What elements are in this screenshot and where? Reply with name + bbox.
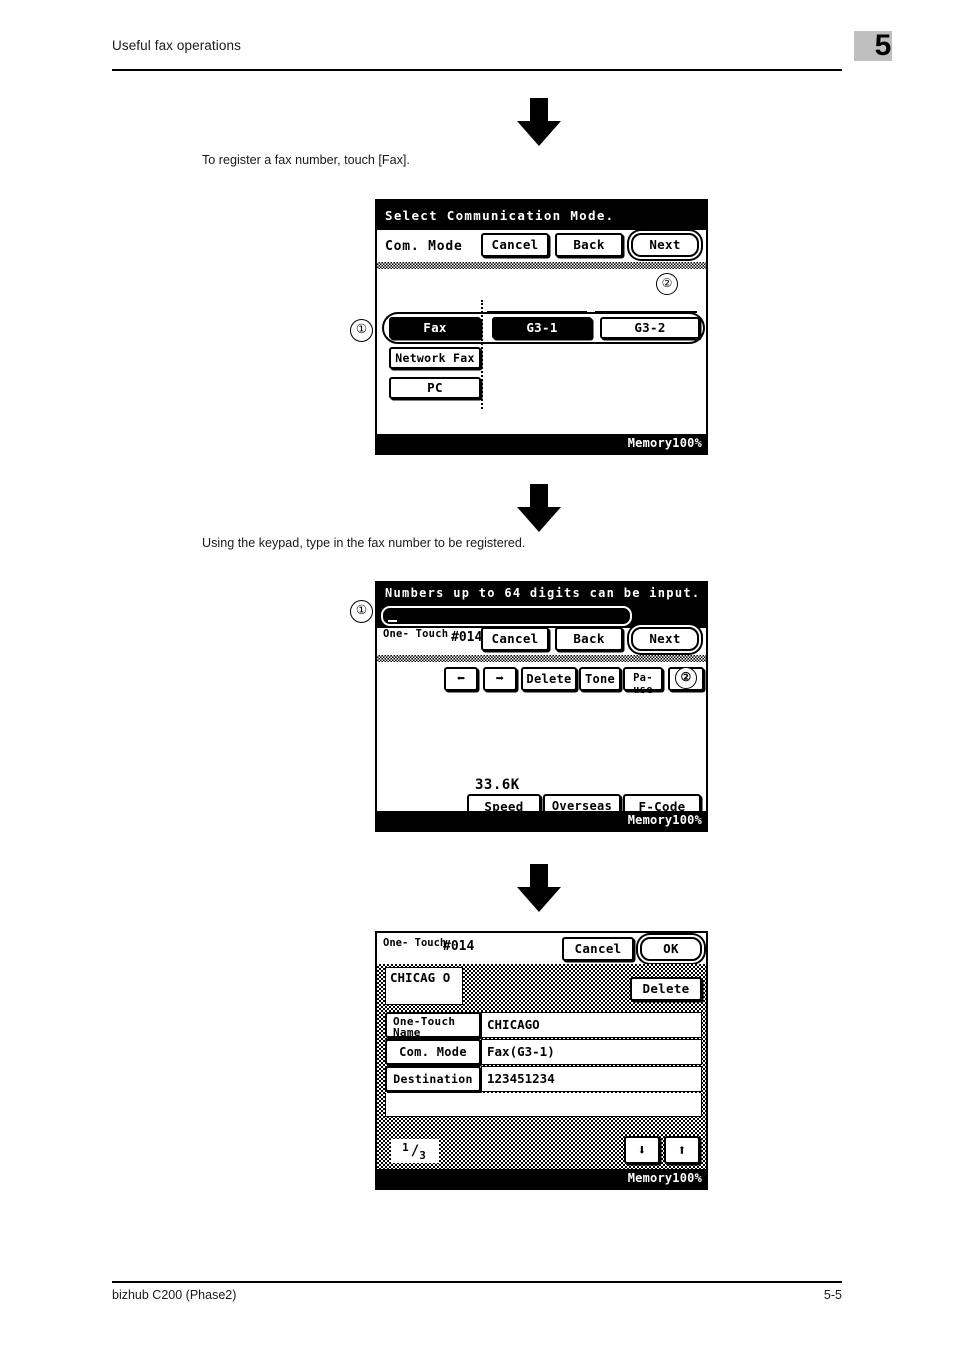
panel2-extra-button[interactable]: ② <box>668 667 704 691</box>
panel1-g3-1-button[interactable]: G3-1 <box>492 317 592 339</box>
panel1-fax-button[interactable]: Fax <box>389 317 481 339</box>
lcd-panel-one-touch-summary: One- Touch #014 Cancel OK CHICAG O Delet… <box>375 931 708 1190</box>
page-indicator: 1/3 <box>391 1139 439 1163</box>
page-title: Useful fax operations <box>112 38 241 53</box>
page-header: Useful fax operations <box>112 38 842 72</box>
one-touch-key-line1: CHICAG <box>390 970 436 985</box>
pause-button[interactable]: Pa- use <box>623 667 663 696</box>
page-indicator-current: 1 <box>402 1141 409 1154</box>
panel2-back-button[interactable]: Back <box>555 627 623 651</box>
callout-1-panel2: ① <box>350 600 373 623</box>
panel3-index-number: #014 <box>443 939 475 954</box>
down-arrow-icon <box>509 482 569 534</box>
panel1-back-button[interactable]: Back <box>555 233 623 257</box>
one-touch-key-tile[interactable]: CHICAG O <box>385 967 463 1005</box>
lcd-panel-fax-number-entry: Numbers up to 64 digits can be input. On… <box>375 581 708 832</box>
panel1-pc-button[interactable]: PC <box>389 377 481 399</box>
cursor-left-button[interactable]: ⬅ <box>444 667 478 691</box>
instruction-step1: To register a fax number, touch [Fax]. <box>202 153 410 167</box>
field-value-destination: 123451234 <box>481 1066 702 1092</box>
tone-button[interactable]: Tone <box>579 667 621 691</box>
scroll-up-button[interactable]: ⬆ <box>664 1136 700 1164</box>
footer-product-name: bizhub C200 (Phase2) <box>112 1288 237 1302</box>
panel1-next-button[interactable]: Next <box>631 233 699 257</box>
pause-line1: Pa- <box>633 672 653 684</box>
panel2-one-touch-line1: One- <box>383 628 410 640</box>
page-indicator-slash: / <box>410 1143 420 1159</box>
transmission-speed-value: 33.6K <box>475 777 520 793</box>
panel2-header-separator <box>377 655 706 662</box>
lcd-panel-communication-mode: Select Communication Mode. Com. Mode Can… <box>375 199 708 455</box>
panel2-index-number: #014 <box>451 630 483 645</box>
panel2-one-touch-label: One- Touch <box>383 628 449 640</box>
panel1-header-separator <box>377 262 706 269</box>
callout-2-panel2: ② <box>675 667 697 689</box>
panel1-g3-2-button[interactable]: G3-2 <box>600 317 700 339</box>
callout-1-panel1: ① <box>350 319 373 342</box>
panel2-cancel-button[interactable]: Cancel <box>481 627 549 651</box>
panel3-empty-row <box>385 1093 702 1117</box>
panel3-one-touch-line2: Touch <box>414 937 447 949</box>
input-cursor <box>388 620 397 622</box>
panel2-next-button[interactable]: Next <box>631 627 699 651</box>
panel2-status-memory: Memory100% <box>377 811 706 830</box>
field-value-one-touch-name: CHICAGO <box>481 1012 702 1038</box>
panel1-rule-g32 <box>595 311 697 313</box>
panel2-title: Numbers up to 64 digits can be input. <box>377 583 706 604</box>
page-indicator-total: 3 <box>419 1149 426 1162</box>
header-divider <box>112 69 842 71</box>
footer-divider <box>112 1281 842 1283</box>
panel1-cancel-button[interactable]: Cancel <box>481 233 549 257</box>
panel2-one-touch-line2: Touch <box>415 628 449 640</box>
field-label-one-touch-name-line2: Name <box>393 1026 421 1039</box>
panel3-one-touch-line1: One- <box>383 937 409 949</box>
panel1-network-fax-button[interactable]: Network Fax <box>389 347 481 369</box>
cursor-right-button[interactable]: ➡ <box>483 667 517 691</box>
footer-page-number: 5-5 <box>823 1288 842 1302</box>
panel1-rule-g31 <box>487 311 587 313</box>
fax-number-input[interactable] <box>381 606 632 626</box>
field-label-one-touch-name[interactable]: One-Touch Name <box>385 1012 481 1038</box>
field-label-com-mode[interactable]: Com. Mode <box>385 1039 481 1065</box>
instruction-step2: Using the keypad, type in the fax number… <box>202 536 526 550</box>
chapter-number: 5 <box>874 29 892 62</box>
panel3-status-memory: Memory100% <box>377 1169 706 1188</box>
panel3-delete-button[interactable]: Delete <box>630 977 702 1001</box>
callout-2-panel1: ② <box>656 273 678 295</box>
down-arrow-icon <box>509 862 569 914</box>
field-label-destination[interactable]: Destination <box>385 1066 481 1092</box>
panel3-cancel-button[interactable]: Cancel <box>562 937 634 961</box>
down-arrow-icon <box>509 96 569 148</box>
panel1-title: Select Communication Mode. <box>377 201 706 230</box>
panel1-status-memory: Memory100% <box>377 434 706 453</box>
one-touch-key-line2: O <box>442 970 451 985</box>
panel3-ok-button[interactable]: OK <box>640 937 702 961</box>
scroll-down-button[interactable]: ⬇ <box>624 1136 660 1164</box>
delete-button[interactable]: Delete <box>521 667 577 691</box>
pause-line2: use <box>633 684 653 696</box>
panel3-one-touch-label: One- Touch <box>383 937 447 949</box>
panel1-com-mode-label: Com. Mode <box>385 239 463 254</box>
field-value-com-mode: Fax(G3-1) <box>481 1039 702 1065</box>
